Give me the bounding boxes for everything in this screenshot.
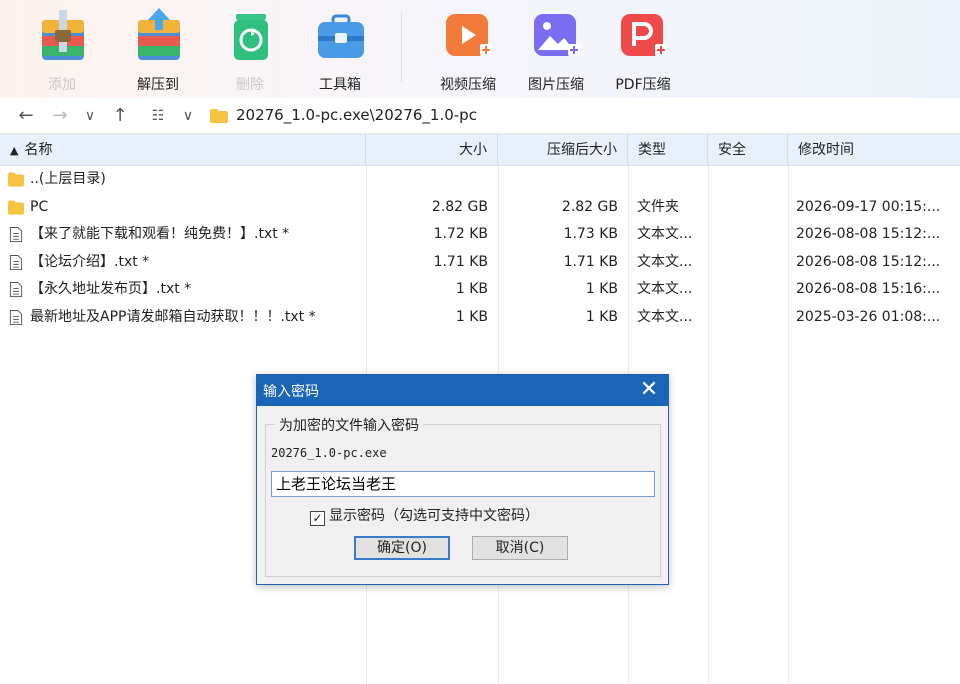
view-mode-icon[interactable]: ☷	[146, 104, 170, 128]
text-file-icon	[9, 255, 23, 270]
image-compress-button[interactable]: 图片压缩	[516, 6, 596, 93]
column-security[interactable]: 安全	[708, 134, 788, 166]
toolbox-icon	[318, 14, 364, 58]
file-name: 【论坛介绍】.txt *	[30, 254, 150, 270]
text-file-icon	[9, 227, 23, 242]
password-input[interactable]: 上老王论坛当老王	[271, 471, 655, 497]
cancel-button[interactable]: 取消(C)	[472, 536, 568, 560]
list-item[interactable]: 【永久地址发布页】.txt * 1 KB 1 KB 文本文... 2026-08…	[0, 276, 960, 303]
list-item[interactable]: PC 2.82 GB 2.82 GB 文件夹 2026-09-17 00:15:…	[0, 194, 960, 221]
file-type: 文本文...	[637, 254, 693, 270]
file-name: 【永久地址发布页】.txt *	[30, 281, 192, 297]
add-archive-icon	[42, 10, 84, 60]
column-modified[interactable]: 修改时间	[788, 134, 960, 166]
checkbox-checked-icon[interactable]: ✓	[310, 511, 325, 526]
file-packed-size: 1 KB	[585, 309, 618, 325]
column-type-label: 类型	[638, 142, 666, 158]
column-header-row: ▲ 名称 大小 压缩后大小 类型 安全 修改时间	[0, 134, 960, 166]
file-modified: 2026-08-08 15:16:...	[796, 281, 941, 297]
list-item[interactable]: 【论坛介绍】.txt * 1.71 KB 1.71 KB 文本文... 2026…	[0, 249, 960, 276]
file-type: 文本文...	[637, 226, 693, 242]
folder-icon	[8, 172, 24, 187]
column-size-label: 大小	[459, 142, 487, 158]
file-size: 2.82 GB	[431, 199, 488, 215]
list-item[interactable]: 【来了就能下载和观看！纯免费！】.txt * 1.72 KB 1.73 KB 文…	[0, 221, 960, 248]
video-compress-icon	[446, 14, 492, 56]
file-packed-size: 1.71 KB	[563, 254, 618, 270]
folder-icon	[8, 200, 24, 215]
password-dialog: 输入密码 ✕ 为加密的文件输入密码 20276_1.0-pc.exe 上老王论坛…	[256, 374, 669, 585]
file-size: 1 KB	[455, 281, 488, 297]
file-size: 1 KB	[455, 309, 488, 325]
pdf-compress-label: PDF压缩	[615, 77, 671, 93]
file-packed-size: 2.82 GB	[561, 199, 618, 215]
column-modified-label: 修改时间	[798, 142, 854, 158]
file-name: PC	[30, 199, 49, 215]
dialog-title: 输入密码	[263, 384, 319, 400]
text-file-icon	[9, 282, 23, 297]
file-packed-size: 1.73 KB	[563, 226, 618, 242]
delete-label: 删除	[236, 77, 264, 93]
file-size: 1.71 KB	[433, 254, 488, 270]
pdf-compress-icon	[621, 14, 667, 56]
image-compress-label: 图片压缩	[528, 77, 584, 93]
column-type[interactable]: 类型	[628, 134, 708, 166]
file-type: 文件夹	[637, 199, 679, 215]
history-dropdown-icon[interactable]: ∨	[78, 104, 102, 128]
file-name: ..(上层目录)	[30, 171, 106, 187]
column-packed-size[interactable]: 压缩后大小	[498, 134, 628, 166]
file-modified: 2026-09-17 00:15:...	[796, 199, 941, 215]
file-name: 最新地址及APP请发邮箱自动获取！！！.txt *	[30, 309, 316, 325]
view-mode-dropdown-icon[interactable]: ∨	[176, 104, 200, 128]
column-name-label: 名称	[24, 142, 53, 158]
video-compress-label: 视频压缩	[440, 77, 496, 93]
ok-button[interactable]: 确定(O)	[354, 536, 450, 560]
file-name: 【来了就能下载和观看！纯免费！】.txt *	[30, 226, 290, 242]
video-compress-button[interactable]: 视频压缩	[428, 6, 508, 93]
archive-filename: 20276_1.0-pc.exe	[271, 446, 387, 460]
sort-up-icon: ▲	[10, 144, 19, 157]
show-password-label: 显示密码（勾选可支持中文密码）	[329, 508, 539, 524]
file-modified: 2026-08-08 15:12:...	[796, 226, 941, 242]
address-path[interactable]: 20276_1.0-pc.exe\20276_1.0-pc	[236, 106, 477, 124]
file-packed-size: 1 KB	[585, 281, 618, 297]
toolbox-label: 工具箱	[319, 77, 361, 93]
list-item[interactable]: 最新地址及APP请发邮箱自动获取！！！.txt * 1 KB 1 KB 文本文.…	[0, 304, 960, 331]
file-type: 文本文...	[637, 309, 693, 325]
add-label: 添加	[48, 77, 76, 93]
column-packed-size-label: 压缩后大小	[547, 142, 617, 158]
file-modified: 2026-08-08 15:12:...	[796, 254, 941, 270]
extract-archive-icon	[138, 8, 180, 60]
text-file-icon	[9, 310, 23, 325]
up-folder-icon[interactable]: ↑	[108, 104, 132, 128]
pdf-compress-button[interactable]: PDF压缩	[603, 6, 683, 93]
column-size[interactable]: 大小	[366, 134, 498, 166]
main-toolbar: 添加 解压到 删除 工具箱 视频压缩 图片压缩 PDF压缩	[0, 0, 960, 98]
column-name[interactable]: ▲ 名称	[0, 134, 366, 166]
list-item[interactable]: ..(上层目录)	[0, 166, 960, 193]
delete-button[interactable]: 删除	[210, 6, 290, 93]
toolbar-separator	[401, 12, 402, 82]
show-password-checkbox[interactable]: ✓ 显示密码（勾选可支持中文密码）	[310, 507, 539, 526]
column-security-label: 安全	[718, 142, 746, 158]
forward-icon[interactable]: →	[48, 104, 72, 128]
close-icon[interactable]: ✕	[636, 377, 662, 403]
back-icon[interactable]: ←	[14, 104, 38, 128]
file-modified: 2025-03-26 01:08:...	[796, 309, 941, 325]
extract-to-button[interactable]: 解压到	[118, 6, 198, 93]
extract-to-label: 解压到	[137, 77, 179, 93]
group-label: 为加密的文件输入密码	[275, 415, 423, 435]
file-type: 文本文...	[637, 281, 693, 297]
file-size: 1.72 KB	[433, 226, 488, 242]
recycle-bin-icon	[234, 14, 268, 60]
toolbox-button[interactable]: 工具箱	[300, 6, 380, 93]
image-compress-icon	[534, 14, 580, 56]
dialog-title-bar: 输入密码 ✕	[257, 375, 668, 406]
folder-icon	[210, 109, 228, 123]
address-bar: ← → ∨ ↑ ☷ ∨ 20276_1.0-pc.exe\20276_1.0-p…	[0, 98, 960, 134]
add-button[interactable]: 添加	[22, 6, 102, 93]
